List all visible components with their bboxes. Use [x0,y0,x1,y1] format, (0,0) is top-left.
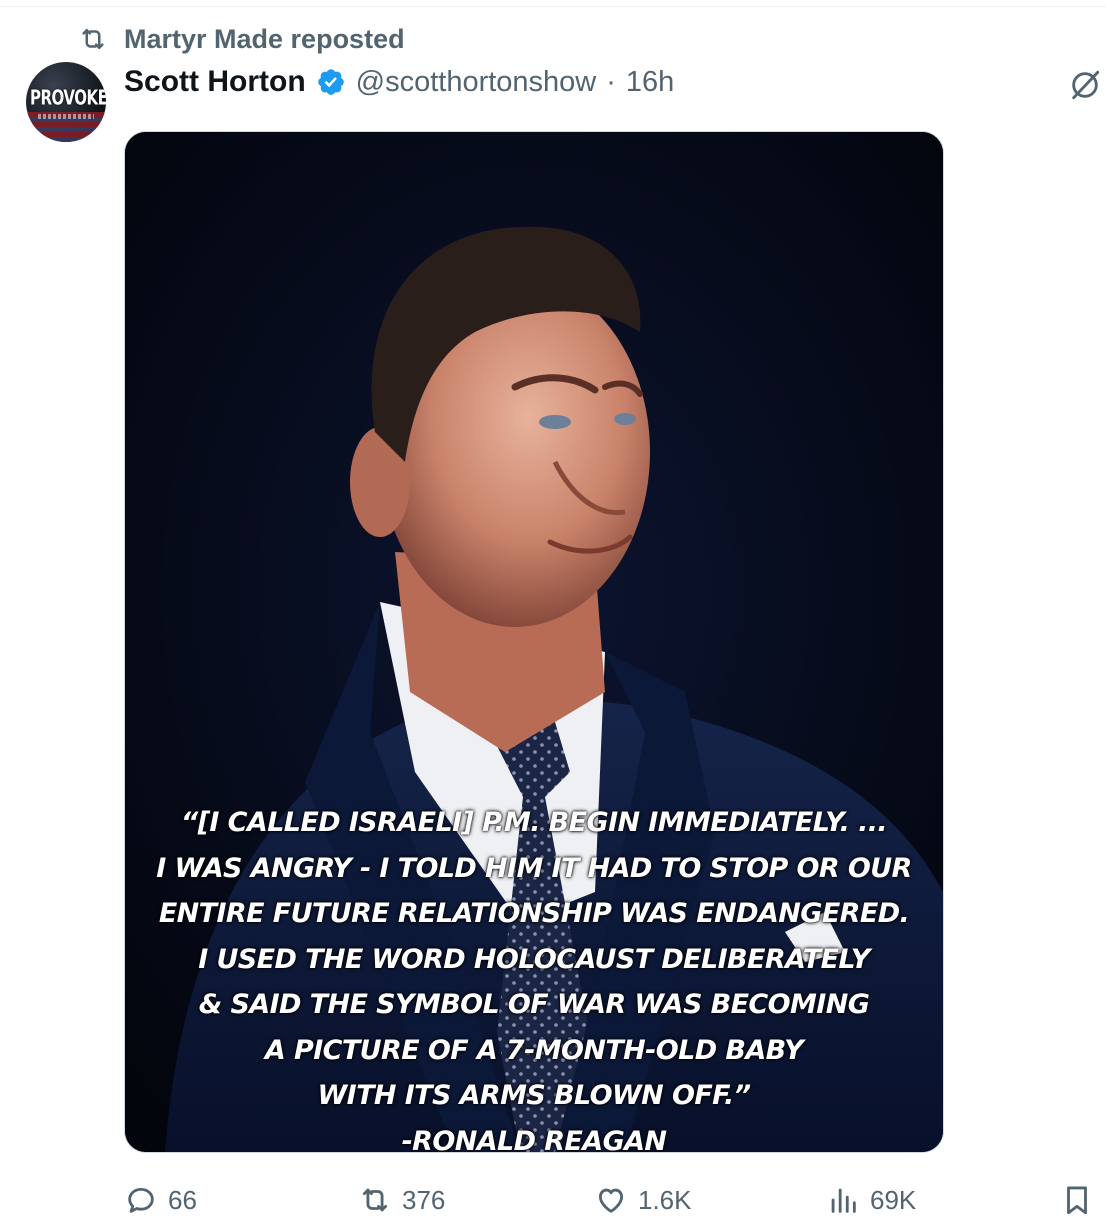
verified-badge-icon[interactable] [316,67,346,97]
bookmark-button[interactable] [1060,1178,1094,1222]
quote-line: “[I CALLED ISRAELI] P.M. BEGIN IMMEDIATE… [180,807,888,838]
bookmark-icon [1067,1186,1087,1215]
heart-icon [598,1188,624,1213]
repost-indicator[interactable]: Martyr Made reposted [76,22,405,56]
quote-line: WITH ITS ARMS BLOWN OFF.” [317,1080,751,1111]
grok-icon[interactable] [1068,68,1102,102]
top-divider [0,0,1106,7]
quote-line: ENTIRE FUTURE RELATIONSHIP WAS ENDANGERE… [158,898,910,929]
author-name[interactable]: Scott Horton [124,65,306,99]
header-separator: · [606,65,616,98]
reply-button[interactable]: 66 [124,1178,197,1222]
repost-label: Martyr Made reposted [124,23,405,54]
quote-line: A PICTURE OF A 7-MONTH-OLD BABY [264,1034,804,1066]
quote-overlay: “[I CALLED ISRAELI] P.M. BEGIN IMMEDIATE… [125,800,943,1153]
reply-icon [128,1187,154,1213]
views-button[interactable]: 69K [826,1178,916,1222]
action-bar: 66 376 1.6K 69K [124,1178,1094,1222]
quote-line: & SAID THE SYMBOL OF WAR WAS BECOMING [198,989,870,1020]
repost-icon [362,1188,388,1212]
reply-count: 66 [168,1184,197,1215]
post-header: Scott Horton @scotthortonshow · 16h [124,62,674,102]
repost-count: 376 [402,1184,446,1215]
like-count: 1.6K [638,1184,692,1215]
view-count: 69K [870,1184,917,1215]
repost-icon [82,29,104,49]
analytics-icon [831,1188,856,1213]
quote-attribution: -RONALD REAGAN [401,1125,667,1153]
post-image[interactable]: “[I CALLED ISRAELI] P.M. BEGIN IMMEDIATE… [124,131,944,1153]
like-button[interactable]: 1.6K [594,1178,692,1222]
avatar-fine-print [38,114,94,119]
repost-button[interactable]: 376 [358,1178,445,1222]
post-timestamp[interactable]: 16h [626,66,674,99]
avatar[interactable]: PROVOKED [26,62,106,142]
author-handle[interactable]: @scotthortonshow [356,66,597,99]
quote-line: I WAS ANGRY - I TOLD HIM IT HAD TO STOP … [156,852,912,884]
avatar-logo-text: PROVOKED [30,85,106,111]
quote-line: I USED THE WORD HOLOCAUST DELIBERATELY [198,943,870,975]
